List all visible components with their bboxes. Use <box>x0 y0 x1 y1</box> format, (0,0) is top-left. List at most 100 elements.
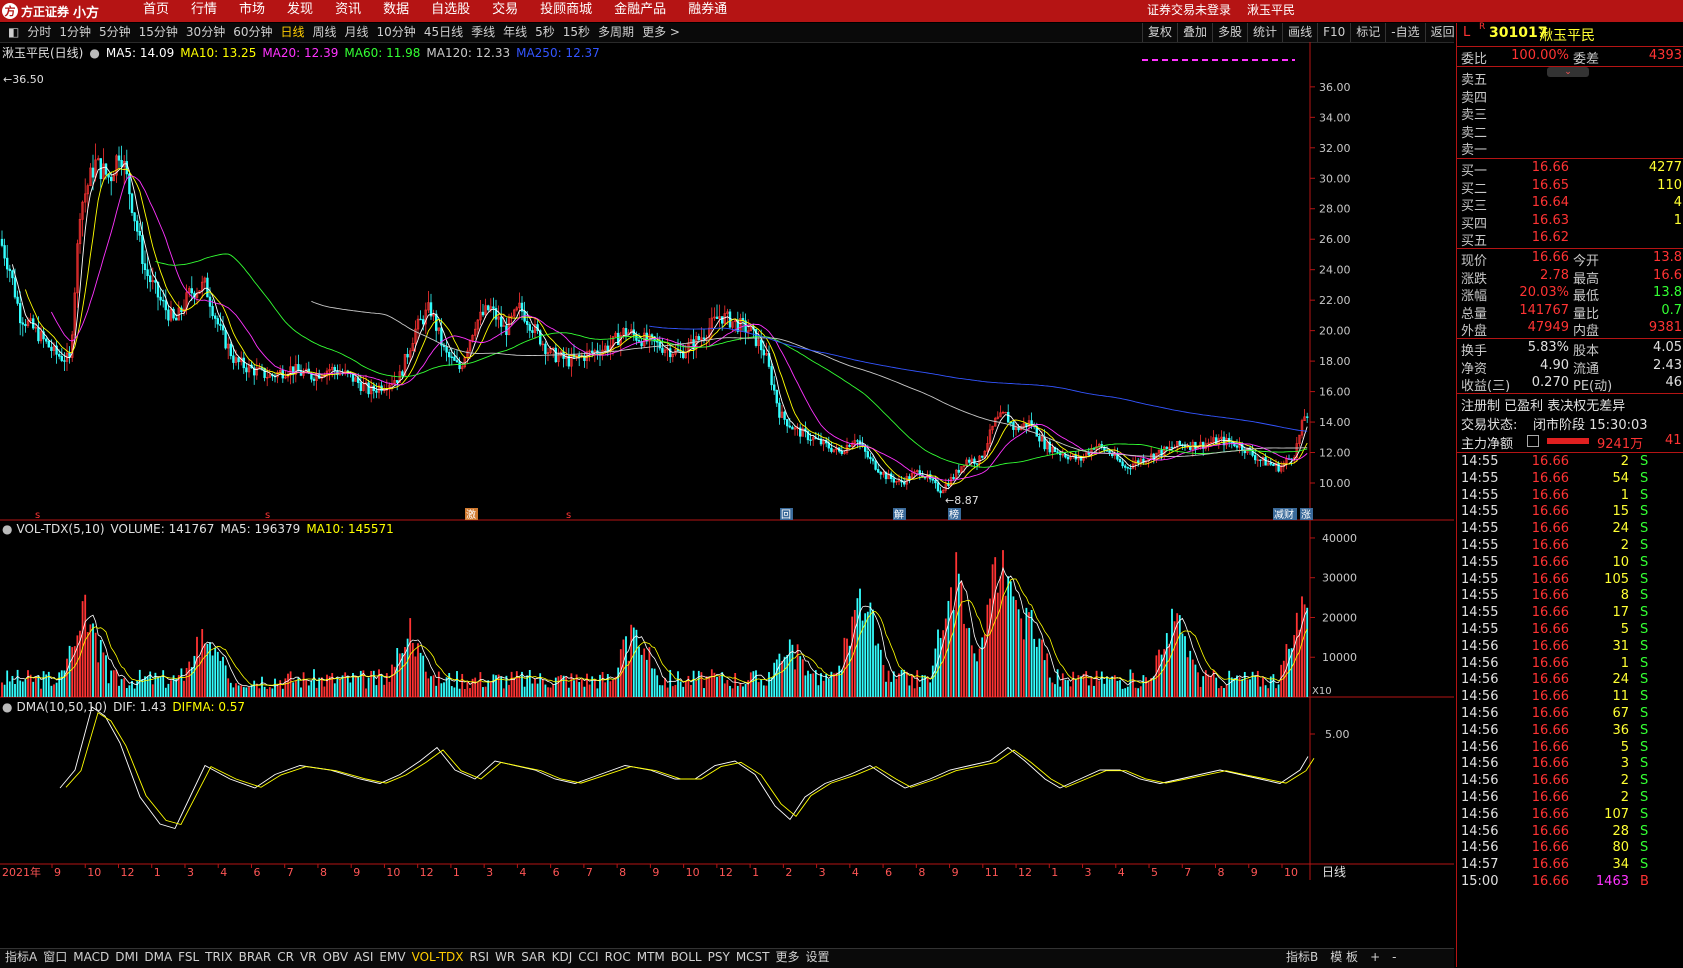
event-tag-5[interactable]: 涨 <box>1300 508 1313 521</box>
indicator-right-3[interactable]: - <box>1386 948 1402 967</box>
weibi-value: 100.00% <box>1511 48 1569 63</box>
volume-bar <box>705 676 708 697</box>
menu-item-10[interactable]: 融券通 <box>677 0 738 22</box>
tool-button-5[interactable]: F10 <box>1317 23 1350 42</box>
indicator-tab-16[interactable]: SAR <box>518 948 548 967</box>
period-tab-6[interactable]: 日线 <box>276 23 308 42</box>
volume-bar <box>258 688 261 697</box>
indicator-tab-21[interactable]: BOLL <box>668 948 705 967</box>
candle-body <box>136 220 139 232</box>
panel-toggle-icon[interactable]: ◧ <box>4 23 23 42</box>
volume-bar <box>1262 677 1264 697</box>
login-status[interactable]: 证券交易未登录 <box>1147 0 1231 22</box>
x-tick-label-22: 2 <box>785 866 792 879</box>
list-icon[interactable] <box>1527 435 1539 447</box>
period-tab-5[interactable]: 60分钟 <box>229 23 276 42</box>
settings-dot-icon[interactable]: ● <box>2 700 12 714</box>
menu-item-9[interactable]: 金融产品 <box>603 0 677 22</box>
menu-item-7[interactable]: 交易 <box>481 0 529 22</box>
indicator-tab-18[interactable]: CCI <box>575 948 601 967</box>
tool-button-1[interactable]: 叠加 <box>1177 23 1212 42</box>
indicator-tab-20[interactable]: MTM <box>634 948 668 967</box>
menu-item-6[interactable]: 自选股 <box>420 0 481 22</box>
indicator-right-1[interactable]: 模 板 <box>1324 948 1364 967</box>
indicator-tab-1[interactable]: 窗口 <box>40 948 70 967</box>
indicator-tab-19[interactable]: ROC <box>602 948 634 967</box>
x-tick-label-1: 10 <box>87 866 101 879</box>
indicator-tab-17[interactable]: KDJ <box>549 948 576 967</box>
indicator-tab-15[interactable]: WR <box>492 948 518 967</box>
x-tick-label-11: 12 <box>420 866 434 879</box>
period-tab-1[interactable]: 1分钟 <box>55 23 95 42</box>
tool-button-3[interactable]: 统计 <box>1247 23 1282 42</box>
period-tab-3[interactable]: 15分钟 <box>135 23 182 42</box>
tool-button-6[interactable]: 标记 <box>1350 23 1385 42</box>
candle-body <box>1118 458 1122 463</box>
period-tab-16[interactable]: 更多 > <box>638 23 684 42</box>
indicator-tab-10[interactable]: OBV <box>320 948 352 967</box>
period-tab-15[interactable]: 多周期 <box>594 23 638 42</box>
indicator-tab-3[interactable]: DMI <box>112 948 141 967</box>
volume-bar <box>21 681 24 697</box>
menu-item-2[interactable]: 市场 <box>228 0 276 22</box>
event-tag-3[interactable]: 榜 <box>948 508 961 521</box>
fin-row-0: 换手 5.83% 股本 4.05 <box>1457 340 1683 359</box>
indicator-tab-9[interactable]: VR <box>297 948 320 967</box>
indicator-tab-11[interactable]: ASI <box>351 948 376 967</box>
period-tab-0[interactable]: 分时 <box>23 23 55 42</box>
indicator-tab-25[interactable]: 设置 <box>803 948 833 967</box>
indicator-right-0[interactable]: 指标B <box>1280 948 1324 967</box>
event-tag-4[interactable]: 减财 <box>1273 508 1297 521</box>
period-tab-14[interactable]: 15秒 <box>559 23 594 42</box>
indicator-tab-13[interactable]: VOL-TDX <box>409 948 467 967</box>
indicator-tab-4[interactable]: DMA <box>141 948 175 967</box>
tool-button-7[interactable]: -自选 <box>1385 23 1424 42</box>
period-tab-7[interactable]: 周线 <box>309 23 341 42</box>
indicator-tab-12[interactable]: EMV <box>376 948 408 967</box>
menu-item-0[interactable]: 首页 <box>132 0 180 22</box>
indicator-tab-5[interactable]: FSL <box>175 948 202 967</box>
menu-item-4[interactable]: 资讯 <box>324 0 372 22</box>
event-tag-0[interactable]: 激 <box>465 508 478 521</box>
settings-dot-icon[interactable]: ● <box>89 46 99 60</box>
volume-bar <box>1233 678 1236 697</box>
event-tag-2[interactable]: 解 <box>893 508 906 521</box>
menu-item-3[interactable]: 发现 <box>276 0 324 22</box>
indicator-tab-14[interactable]: RSI <box>467 948 493 967</box>
period-tab-2[interactable]: 5分钟 <box>95 23 135 42</box>
period-tab-4[interactable]: 30分钟 <box>182 23 229 42</box>
period-tab-8[interactable]: 月线 <box>341 23 373 42</box>
volume-bar <box>1124 688 1127 697</box>
tool-button-2[interactable]: 多股 <box>1212 23 1247 42</box>
menu-item-5[interactable]: 数据 <box>372 0 420 22</box>
period-tab-10[interactable]: 45日线 <box>420 23 467 42</box>
settings-dot-icon[interactable]: ● <box>2 522 12 536</box>
menu-item-8[interactable]: 投顾商城 <box>529 0 603 22</box>
indicator-tab-8[interactable]: CR <box>274 948 297 967</box>
period-tab-12[interactable]: 年线 <box>499 23 531 42</box>
period-tab-11[interactable]: 季线 <box>467 23 499 42</box>
tool-button-4[interactable]: 画线 <box>1282 23 1317 42</box>
indicator-tab-22[interactable]: PSY <box>705 948 733 967</box>
volume-bar <box>739 683 742 697</box>
tool-button-0[interactable]: 复权 <box>1142 23 1177 42</box>
tool-button-8[interactable]: 返回 <box>1424 23 1460 42</box>
tick-vol: 17 <box>1612 605 1629 621</box>
indicator-tab-2[interactable]: MACD <box>70 948 112 967</box>
volume-header: ● VOL-TDX(5,10) VOLUME: 141767 MA5: 196379 M… <box>2 522 394 536</box>
volume-bar <box>315 687 318 697</box>
menu-item-1[interactable]: 行情 <box>180 0 228 22</box>
kline-chart-area[interactable]: 36.00 34.00 32.00 30.00 28.00 26.00 24.00 22.00… <box>0 42 1454 948</box>
volume-bar <box>898 673 900 697</box>
period-tab-9[interactable]: 10分钟 <box>373 23 420 42</box>
period-tab-13[interactable]: 5秒 <box>531 23 559 42</box>
indicator-right-2[interactable]: + <box>1364 948 1386 967</box>
indicator-tab-23[interactable]: MCST <box>733 948 773 967</box>
indicator-tab-6[interactable]: TRIX <box>202 948 235 967</box>
indicator-tab-24[interactable]: 更多 <box>773 948 803 967</box>
tick-price: 16.66 <box>1531 454 1569 469</box>
indicator-tab-0[interactable]: 指标A <box>2 948 40 967</box>
volume-bar <box>346 676 349 697</box>
event-tag-1[interactable]: 回 <box>780 508 793 521</box>
indicator-tab-7[interactable]: BRAR <box>236 948 275 967</box>
